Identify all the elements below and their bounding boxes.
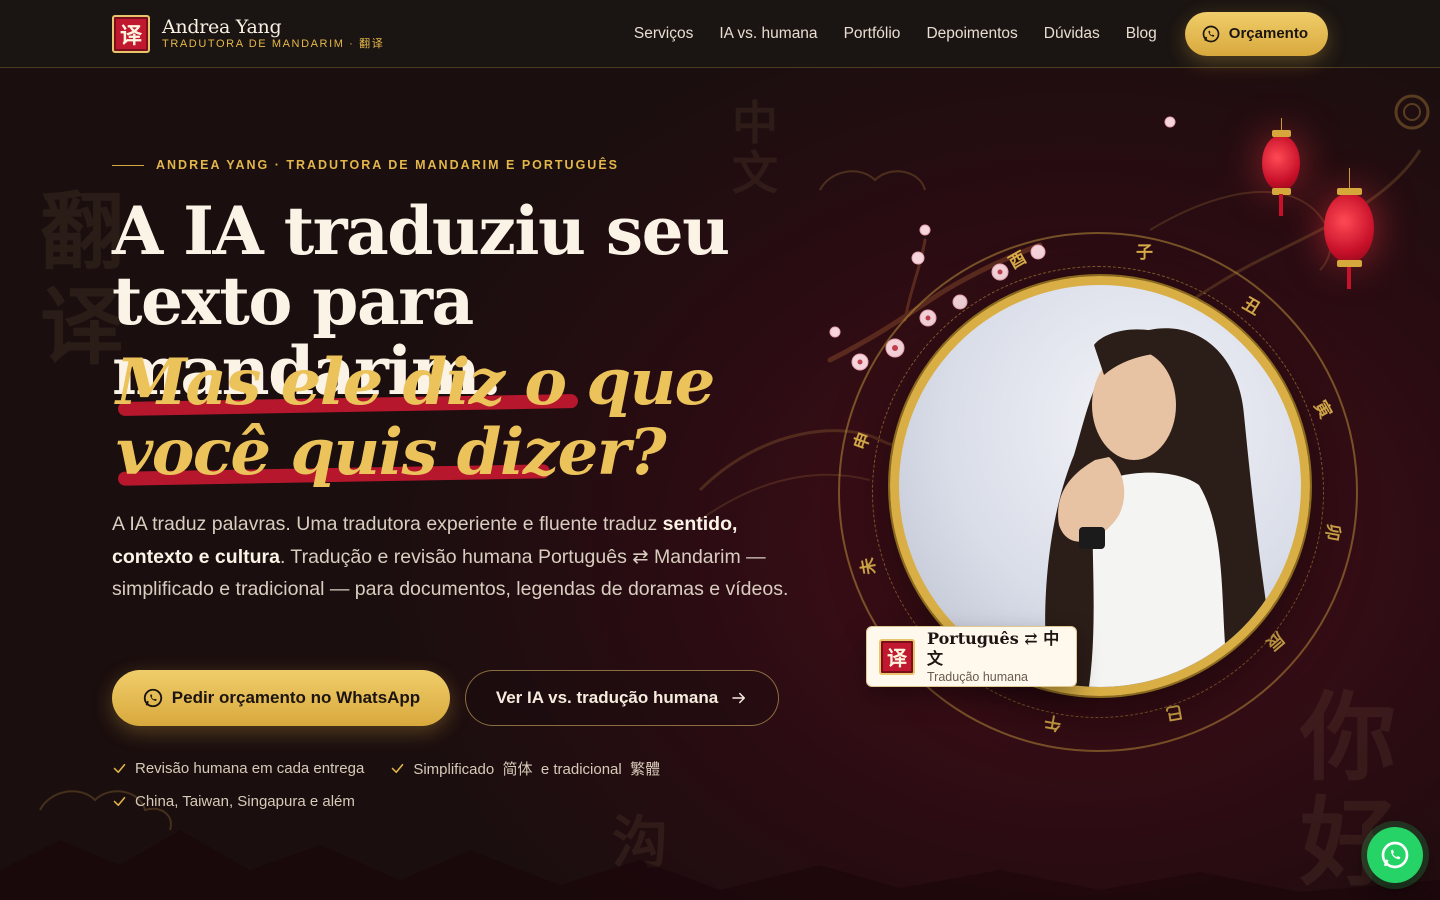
- bg-glyph: 沟: [612, 810, 668, 876]
- check-label: Simplificado 简体 e tradicional 繁體: [413, 761, 661, 778]
- brand-subtitle: TRADUTORA DE MANDARIM · 翻译: [162, 37, 385, 50]
- eyebrow-text: ANDREA YANG · TRADUTORA DE MANDARIM E PO…: [156, 158, 620, 172]
- language-pair-badge: 译 Português ⇄ 中文 Tradução humana: [866, 626, 1077, 687]
- whatsapp-floating-button[interactable]: [1367, 827, 1423, 883]
- check-item: China, Taiwan, Singapura e além: [112, 793, 812, 810]
- badge-text: Português ⇄ 中文 Tradução humana: [927, 629, 1064, 685]
- nav-link-ia-vs-humana[interactable]: IA vs. humana: [719, 25, 817, 43]
- check-icon: [113, 796, 126, 807]
- nav-link-duvidas[interactable]: Dúvidas: [1044, 25, 1100, 43]
- lantern-tassel: [1347, 267, 1351, 289]
- whatsapp-icon: [1381, 841, 1409, 869]
- hero-lead-paragraph: A IA traduz palavras. Uma tradutora expe…: [112, 508, 812, 606]
- italic-line-2: você quis dizer?: [116, 415, 667, 490]
- mountains-silhouette: [0, 830, 1440, 900]
- brand-name: Andrea Yang: [162, 15, 282, 38]
- bg-glyph: 文: [732, 146, 778, 200]
- nav-link-depoimentos[interactable]: Depoimentos: [926, 25, 1017, 43]
- nav-link-portfolio[interactable]: Portfólio: [844, 25, 901, 43]
- check-item: Simplificado 简体 e tradicional 繁體: [390, 758, 660, 779]
- check-item: Revisão humana em cada entrega: [112, 758, 364, 779]
- whatsapp-icon: [143, 688, 162, 708]
- headline-line-1: A IA traduziu seu: [112, 192, 730, 270]
- hero-eyebrow: ANDREA YANG · TRADUTORA DE MANDARIM E PO…: [112, 158, 619, 172]
- lantern-tassel: [1279, 194, 1283, 216]
- brand-logo[interactable]: 译 Andrea Yang TRADUTORA DE MANDARIM · 翻译: [112, 14, 384, 53]
- check-label: China, Taiwan, Singapura e além: [135, 793, 355, 810]
- hero-italic-question: Mas ele diz o que você quis dizer?: [116, 348, 816, 488]
- lantern-body: [1262, 136, 1300, 190]
- feature-checklist: Revisão humana em cada entrega Simplific…: [112, 758, 812, 810]
- nav-link-servicos[interactable]: Serviços: [634, 25, 693, 43]
- nav-links: Serviços IA vs. humana Portfólio Depoime…: [634, 25, 1157, 43]
- whatsapp-quote-label: Pedir orçamento no WhatsApp: [171, 688, 421, 707]
- badge-title: Português ⇄ 中文: [927, 628, 1060, 668]
- lantern-icon: [1262, 118, 1300, 216]
- lantern-cap: [1336, 188, 1362, 195]
- lantern-cap: [1336, 260, 1362, 267]
- whatsapp-icon: [1202, 25, 1220, 42]
- check-icon: [113, 763, 126, 774]
- check-label: Revisão humana em cada entrega: [135, 760, 365, 777]
- brand-text: Andrea Yang TRADUTORA DE MANDARIM · 翻译: [162, 17, 384, 51]
- lantern-cap: [1271, 130, 1291, 137]
- badge-subtitle: Tradução humana: [927, 669, 1028, 684]
- ia-vs-human-label: Ver IA vs. tradução humana: [495, 688, 719, 707]
- nav-link-blog[interactable]: Blog: [1126, 25, 1157, 43]
- arrow-right-icon: [732, 692, 746, 704]
- bg-glyph: 中: [732, 96, 778, 150]
- italic-line-1: Mas ele diz o que: [116, 345, 715, 420]
- bg-glyph: 你: [1300, 681, 1396, 794]
- lantern-string: [1349, 168, 1350, 190]
- orcamento-button[interactable]: Orçamento: [1184, 11, 1328, 56]
- check-icon: [392, 763, 404, 774]
- translate-seal-icon: 译: [879, 638, 915, 675]
- lantern-icon: [1324, 168, 1374, 289]
- eyebrow-line: [112, 164, 144, 166]
- translate-seal-icon: 译: [112, 14, 150, 53]
- orcamento-label: Orçamento: [1228, 25, 1308, 42]
- whatsapp-quote-button[interactable]: Pedir orçamento no WhatsApp: [112, 670, 450, 726]
- ia-vs-human-link-button[interactable]: Ver IA vs. tradução humana: [465, 670, 779, 726]
- lead-text-1: A IA traduz palavras. Uma tradutora expe…: [112, 513, 663, 535]
- top-navigation: 译 Andrea Yang TRADUTORA DE MANDARIM · 翻译…: [0, 0, 1440, 68]
- zodiac-glyph: 子: [1136, 243, 1153, 263]
- lantern-body: [1324, 194, 1374, 262]
